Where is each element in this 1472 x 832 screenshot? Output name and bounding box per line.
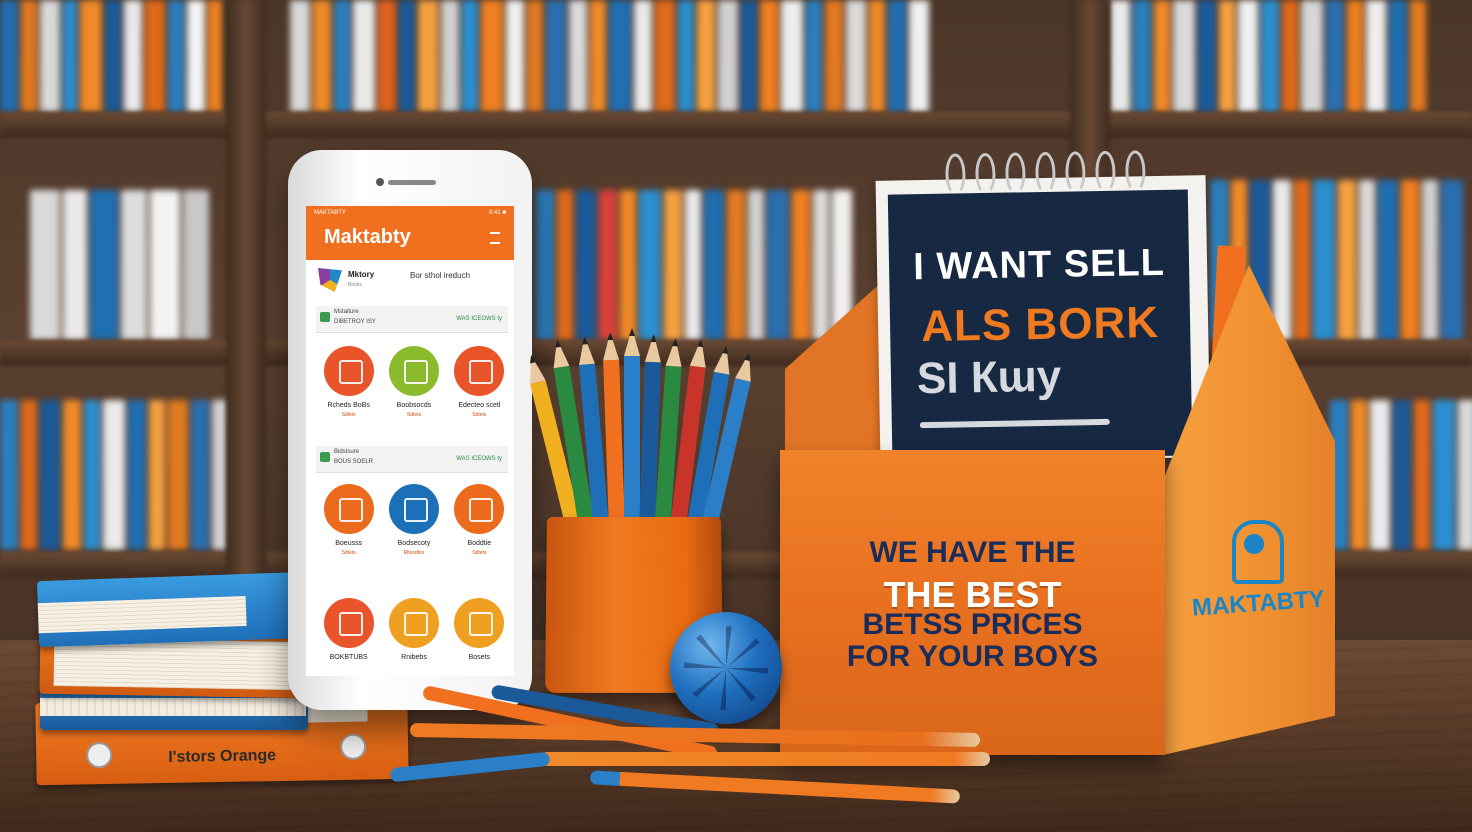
category-icon: [389, 484, 439, 534]
spiral-notepad: I WANT SELL ALS BORK SI Кɯy: [876, 175, 1211, 463]
section-title: Bidstsure: [334, 449, 359, 455]
category-tile[interactable]: BOKBTUBS: [316, 598, 381, 676]
owl-logo-icon: [1232, 520, 1284, 584]
category-tile[interactable]: Rcheds BoBs Sdtets: [316, 346, 381, 442]
spiral-ring: [1005, 152, 1026, 194]
spiral-ring: [1095, 151, 1116, 193]
category-grid: Boeusss Sdtets Bodsecoty Rltesdtes Boddtie Sd…: [316, 484, 512, 580]
menu-icon[interactable]: [490, 232, 500, 244]
pencil: [624, 356, 640, 526]
speaker-grille: [388, 180, 436, 185]
category-tile[interactable]: Bosets: [447, 598, 512, 676]
category-tile[interactable]: Rnibebs: [381, 598, 446, 676]
category-icon: [324, 346, 374, 396]
camera-icon: [376, 178, 384, 186]
shelf-post: [226, 0, 266, 640]
category-tile[interactable]: Edecteo scetl Sdtets: [447, 346, 512, 442]
category-grid: BOKBTUBS Rnibebs Bosets: [316, 598, 512, 676]
blurred-books-low-right: [1330, 400, 1472, 550]
book-emblem: [340, 733, 366, 759]
category-tile[interactable]: Boeusss Sdtets: [316, 484, 381, 580]
box-text-line-3: BETSS PRICES: [780, 608, 1165, 642]
brand-subtitle: Books: [348, 282, 362, 288]
category-icon: [324, 484, 374, 534]
shelf-board: [0, 112, 1472, 138]
category-label: Rcheds BoBs: [316, 402, 381, 409]
box-text-line-1: WE HAVE THE: [780, 536, 1165, 570]
category-tile[interactable]: Boddtie Sdtets: [447, 484, 512, 580]
book-emblem: [86, 742, 112, 768]
section-header: Mstaiture DIBETROY ISY WAS ICEOWS ty: [316, 306, 508, 333]
category-icon: [454, 598, 504, 648]
book-cover-text: I'stors Orange: [168, 747, 276, 767]
brand-name: Mktory: [348, 270, 374, 279]
book-pages: [54, 638, 305, 690]
blurred-books-top-right: [1110, 0, 1426, 112]
section-see-all-link[interactable]: WAS ICEOWS ty: [456, 316, 502, 322]
section-see-all-link[interactable]: WAS ICEOWS ty: [456, 456, 502, 462]
section-title: Mstaiture: [334, 309, 359, 315]
category-icon: [389, 346, 439, 396]
category-icon: [454, 346, 504, 396]
category-tile[interactable]: Bodsecoty Rltesdtes: [381, 484, 446, 580]
app-title: Maktabty: [324, 226, 411, 249]
app-header: MAKTABTY 9:41 ■ Maktabty: [306, 206, 514, 260]
spiral-ring: [945, 153, 966, 195]
spiral-ring: [1065, 151, 1086, 193]
spiral-ring: [1035, 152, 1056, 194]
category-sublabel: Sdtets: [316, 412, 381, 418]
status-bar-left: MAKTABTY: [314, 210, 346, 216]
category-label: Boobsocds: [381, 402, 446, 409]
category-label: Bodsecoty: [381, 540, 446, 547]
box-text-line-4: FOR YOUR BOYS: [780, 640, 1165, 674]
category-sublabel: Rltesdtes: [381, 550, 446, 556]
spiral-ring: [975, 153, 996, 195]
smartphone: MAKTABTY 9:41 ■ Maktabty Mktory Books Bo…: [288, 150, 532, 710]
category-label: Bosets: [447, 654, 512, 661]
category-icon: [454, 484, 504, 534]
section-icon: [320, 312, 330, 322]
section-header: Bidstsure BOUS SOELR WAS ICEOWS ty: [316, 446, 508, 473]
category-label: Rnibebs: [381, 654, 446, 661]
app-screen: MAKTABTY 9:41 ■ Maktabty Mktory Books Bo…: [306, 206, 514, 676]
notepad-line-3: SI Кɯy: [917, 352, 1062, 405]
category-icon: [324, 598, 374, 648]
notepad-underline: [920, 419, 1110, 428]
loose-pencil: [540, 752, 990, 766]
brand-logo-icon: [318, 268, 342, 292]
blurred-books-mid-left: [30, 190, 209, 340]
notepad-page: I WANT SELL ALS BORK SI Кɯy: [888, 189, 1193, 460]
category-label: Boddtie: [447, 540, 512, 547]
category-label: Edecteo scetl: [447, 402, 512, 409]
category-tile[interactable]: Boobsocds Sdtets: [381, 346, 446, 442]
brand-link[interactable]: Bor sthol ireduch: [410, 271, 470, 280]
category-sublabel: Sdtets: [447, 412, 512, 418]
book-pages: [38, 596, 247, 633]
notepad-line-2: ALS BORK: [890, 297, 1191, 352]
category-icon: [389, 598, 439, 648]
category-label: Boeusss: [316, 540, 381, 547]
blurred-books-top-left: [0, 0, 222, 112]
spiral-ring: [1125, 150, 1146, 192]
category-sublabel: Sdtets: [316, 550, 381, 556]
blurred-books-mid-center: [536, 190, 852, 340]
category-sublabel: Sdtets: [381, 412, 446, 418]
section-icon: [320, 452, 330, 462]
category-label: BOKBTUBS: [316, 654, 381, 661]
section-subtitle: DIBETROY ISY: [334, 319, 376, 325]
blue-ball: [670, 612, 782, 724]
blurred-books-top-center: [290, 0, 929, 112]
section-subtitle: BOUS SOELR: [334, 459, 373, 465]
book-pages: [40, 698, 306, 716]
brand-row: Mktory Books Bor sthol ireduch: [318, 268, 508, 298]
category-grid: Rcheds BoBs Sdtets Boobsocds Sdtets Edecteo …: [316, 346, 512, 442]
scene: I'stors Orange MAKTABTY 9:41 ■ Maktabty …: [0, 0, 1472, 832]
category-sublabel: Sdtets: [447, 550, 512, 556]
blurred-books-low-left: [0, 400, 253, 550]
status-bar-right: 9:41 ■: [489, 210, 506, 216]
notepad-line-1: I WANT SELL: [889, 241, 1190, 289]
